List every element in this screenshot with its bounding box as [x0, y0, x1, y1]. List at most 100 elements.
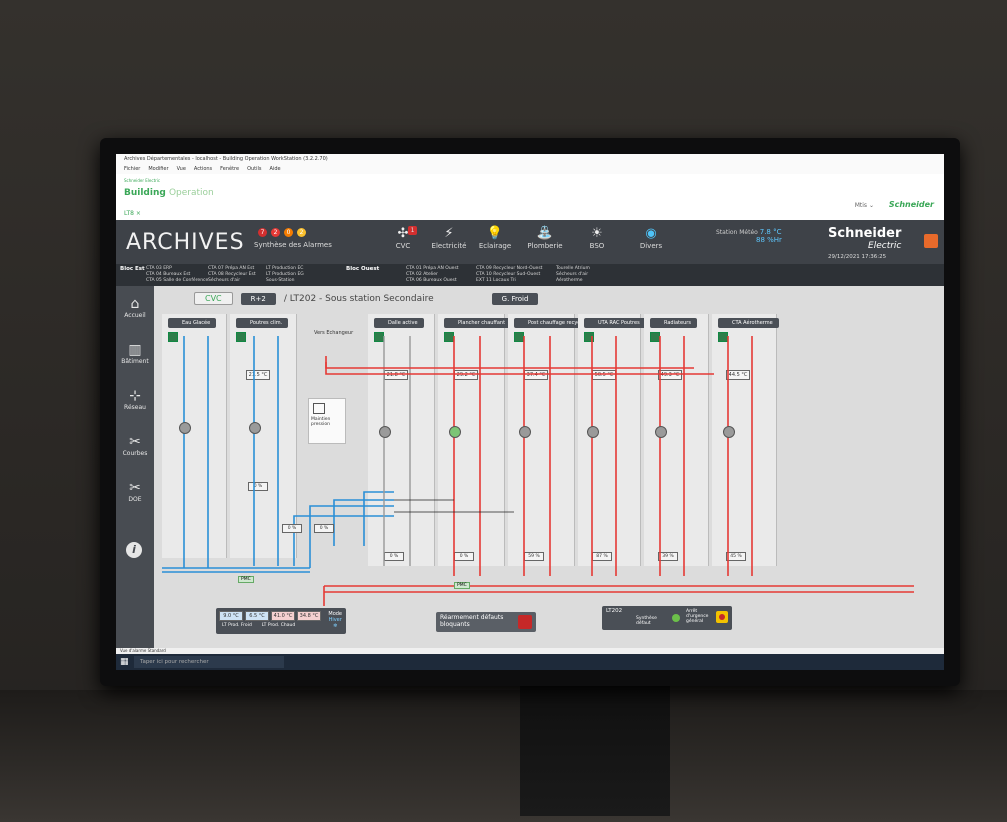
crumb-level-button[interactable]: R+2: [240, 292, 276, 305]
link-sous-station[interactable]: Sous-Station: [266, 278, 304, 284]
window-titlebar: Archives Départementales - localhost - B…: [116, 154, 944, 164]
nav-bso[interactable]: ☀ BSO: [572, 226, 622, 250]
tools-icon: ✂: [129, 434, 141, 450]
reset-faults-button[interactable]: Réarmement défauts bloquants: [436, 612, 536, 632]
link-cta05[interactable]: CTA 05 Salle de Conférence: [146, 278, 208, 284]
arret-urgence-label: Arrêt d'urgence général: [686, 609, 709, 624]
menu-aide[interactable]: Aide: [270, 164, 281, 174]
menu-fichier[interactable]: Fichier: [124, 164, 140, 174]
taskbar-search-input[interactable]: Taper ici pour rechercher: [134, 656, 284, 668]
reset-icon: [518, 615, 532, 629]
pump-icon[interactable]: [249, 422, 261, 434]
pump-icon[interactable]: [449, 426, 461, 438]
panel-header-dalle[interactable]: Dalle active: [374, 318, 424, 328]
alarm-count-high: 2: [271, 228, 280, 237]
pump-icon[interactable]: [179, 422, 191, 434]
maintien-pression-box[interactable]: Maintien pression: [308, 398, 346, 444]
alarm-counters: 7 2 0 2: [258, 228, 332, 237]
weather-station-label: Station Météo: [716, 229, 758, 236]
sidebar-item-reseau[interactable]: ⊹ Réseau: [116, 388, 154, 411]
alarm-summary[interactable]: 7 2 0 2 Synthèse des Alarmes: [254, 228, 332, 249]
info-icon[interactable]: i: [126, 542, 142, 558]
nav-electricite[interactable]: ⚡ Electricité: [424, 226, 474, 250]
tab-lt8[interactable]: LT8 ×: [124, 210, 141, 217]
menu-modifier[interactable]: Modifier: [148, 164, 168, 174]
status-square: [650, 332, 660, 342]
panel-header-plancher[interactable]: Plancher chauffant: [444, 318, 512, 328]
status-square: [374, 332, 384, 342]
breadcrumb: CVC R+2 / LT202 - Sous station Secondair…: [194, 292, 539, 305]
link-aerotherme[interactable]: Aérotherme: [556, 278, 590, 284]
reset-faults-label: Réarmement défauts bloquants: [440, 614, 504, 628]
pump-icon[interactable]: [587, 426, 599, 438]
zone-bloc-est[interactable]: Bloc Est: [120, 266, 145, 272]
panel-post-chauffage: Post chauffage recycleur 37.4 °C 59 %: [508, 314, 596, 566]
panel-header-radiateurs[interactable]: Radiateurs: [650, 318, 697, 328]
menu-actions[interactable]: Actions: [194, 164, 212, 174]
synthese-status-led: [672, 614, 680, 622]
menu-outils[interactable]: Outils: [247, 164, 261, 174]
logout-button[interactable]: [924, 234, 938, 248]
panel-header-eau-glacee[interactable]: Eau Glacée: [168, 318, 217, 328]
current-datetime: 29/12/2021 17:36:25: [828, 254, 887, 260]
status-square: [584, 332, 594, 342]
page-title: / LT202 - Sous station Secondaire: [283, 293, 434, 304]
panel-header-poutres[interactable]: Poutres clim.: [236, 318, 289, 328]
link-secheurs-est[interactable]: Sécheurs d'air: [208, 278, 256, 284]
valve-post-chauffage: 59 %: [524, 552, 544, 561]
nav-electricite-label: Electricité: [431, 242, 467, 250]
pump-icon[interactable]: [379, 426, 391, 438]
valve-radiateurs: 39 %: [658, 552, 678, 561]
menu-fenetre[interactable]: Fenêtre: [220, 164, 239, 174]
status-square: [444, 332, 454, 342]
sun-icon: ☀: [591, 226, 603, 241]
pump-icon[interactable]: [655, 426, 667, 438]
nav-eclairage[interactable]: 💡 Eclairage: [470, 226, 520, 250]
windows-taskbar: ▦ Taper ici pour rechercher: [116, 654, 944, 670]
panel-header-aerotherme[interactable]: CTA Aérotherme: [718, 318, 779, 328]
alarm-count-critical: 7: [258, 228, 267, 237]
lt-production-panel: 9.0 °C 6.5 °C 41.0 °C 34.8 °C LT Prod. F…: [216, 608, 346, 634]
schneider-logo-small: Schneider: [888, 200, 934, 209]
lt-temp-froid-1: 9.0 °C: [219, 611, 243, 621]
crumb-cvc-button[interactable]: CVC: [194, 292, 233, 305]
pump-icon[interactable]: [723, 426, 735, 438]
emergency-stop-icon[interactable]: [716, 611, 728, 623]
tap-icon: ⛲: [536, 226, 554, 241]
panel-plancher-chauffant: Plancher chauffant 29.2 °C 0 %: [438, 314, 512, 566]
valve-plancher: 0 %: [454, 552, 474, 561]
menu-vue[interactable]: Vue: [177, 164, 186, 174]
top-bar: ARCHIVES 7 2 0 2 Synthèse des Alarmes ✣ …: [116, 220, 944, 264]
weather-station[interactable]: Station Météo 7.8 °C 88 %Hr: [716, 228, 782, 244]
lt-prod-froid-label[interactable]: LT Prod. Froid: [222, 623, 252, 628]
user-menu[interactable]: Mtis ⌄: [855, 202, 874, 209]
weather-temperature: 7.8 °C: [759, 228, 782, 236]
sidebar-item-courbes[interactable]: ✂ Courbes: [116, 434, 154, 457]
temp-aerotherme: 44.5 °C: [726, 370, 750, 380]
zone-bloc-ouest[interactable]: Bloc Ouest: [346, 266, 379, 272]
logo-schneider-text: Schneider: [828, 226, 902, 241]
nav-divers[interactable]: ◉ Divers: [626, 226, 676, 250]
lt-prod-chaud-label[interactable]: LT Prod. Chaud: [262, 623, 295, 628]
link-ext11[interactable]: EXT 11 Locaux Tri: [476, 278, 542, 284]
nav-plomberie[interactable]: ⛲ Plomberie: [520, 226, 570, 250]
alarm-count-low: 2: [297, 228, 306, 237]
nav-bso-label: BSO: [589, 242, 605, 250]
panel-uta-rac: UTA RAC Poutres 50.5 °C 87 %: [578, 314, 646, 566]
valve-aerotherme: 45 %: [726, 552, 746, 561]
weather-humidity: 88 %Hr: [756, 236, 782, 244]
zone-navigation-bar: Bloc Est CTA 03 ERP CTA 04 Bureaux Est C…: [116, 264, 944, 286]
pump-icon[interactable]: [519, 426, 531, 438]
sidebar-item-batiment[interactable]: ▥ Bâtiment: [116, 342, 154, 365]
link-cta06[interactable]: CTA 06 Bureaux Ouest: [406, 278, 459, 284]
ouest-column-2: CTA 09 Recycleur Nord-Ouest CTA 10 Recyc…: [476, 266, 542, 284]
nav-eclairage-label: Eclairage: [478, 242, 512, 250]
sidebar-item-accueil[interactable]: ⌂ Accueil: [116, 296, 154, 319]
g-froid-button[interactable]: G. Froid: [491, 292, 539, 305]
panel-header-uta-rac[interactable]: UTA RAC Poutres: [584, 318, 646, 328]
monitor-screen: Archives Départementales - localhost - B…: [116, 154, 944, 670]
temp-poutres: 21.5 °C: [246, 370, 270, 380]
nav-cvc[interactable]: ✣ 1 CVC: [378, 226, 428, 250]
windows-start-icon[interactable]: ▦: [120, 657, 130, 667]
sidebar-item-doe[interactable]: ✂ DOE: [116, 480, 154, 503]
